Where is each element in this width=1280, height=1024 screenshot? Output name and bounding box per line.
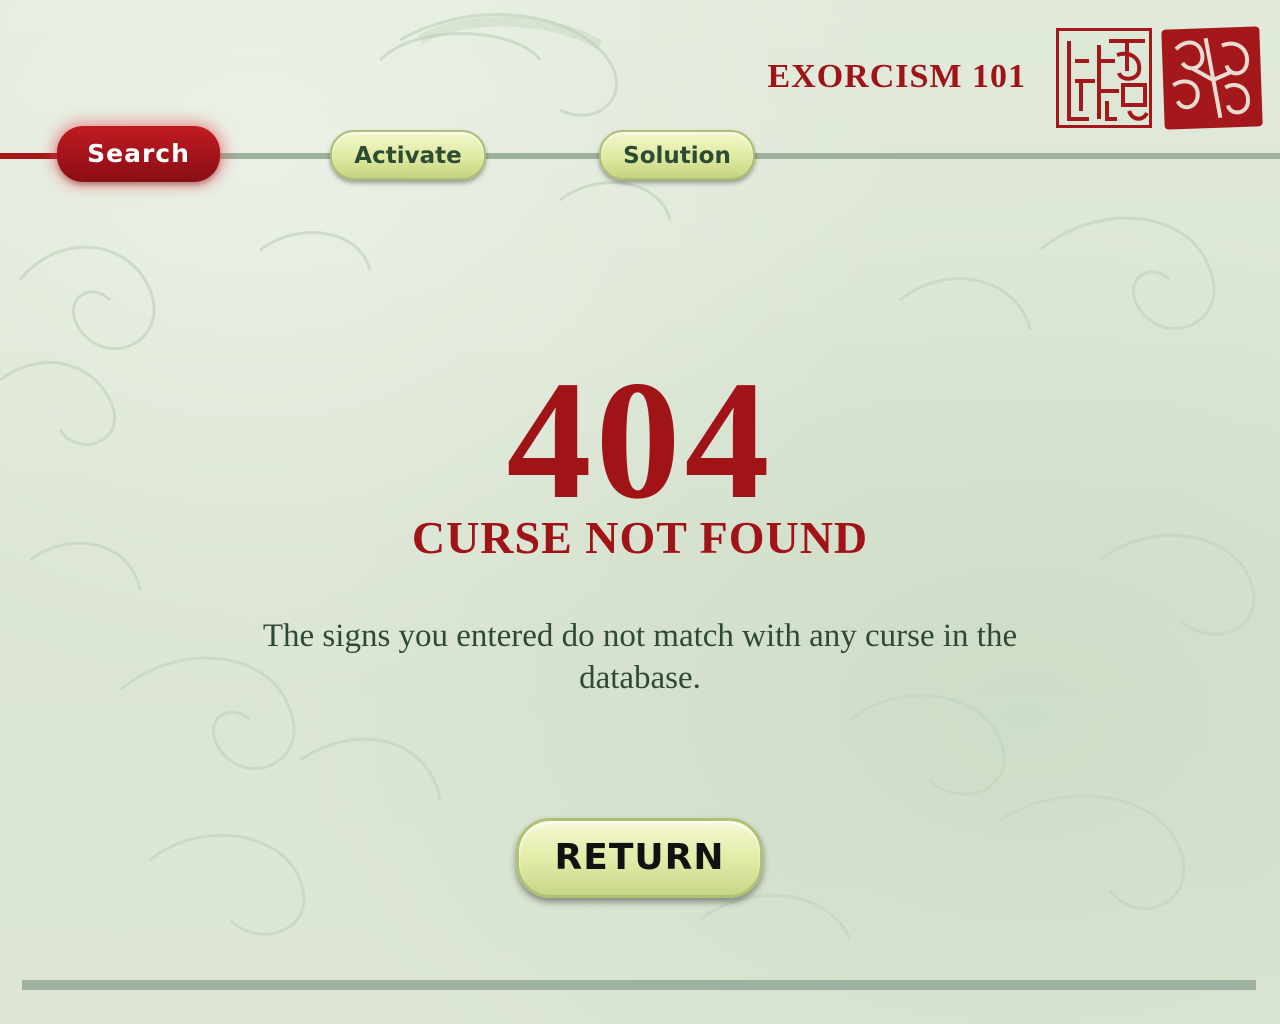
nav-activate-button[interactable]: Activate <box>330 130 486 180</box>
nav-solution-button[interactable]: Solution <box>599 130 755 180</box>
red-seal-stamp-icon <box>1056 28 1152 128</box>
return-button[interactable]: RETURN <box>516 818 763 898</box>
footer-divider <box>22 980 1256 990</box>
error-code: 404 <box>506 346 774 534</box>
app-title: EXORCISM 101 <box>767 58 1026 95</box>
red-seal-stamp-icon <box>1161 26 1263 130</box>
nav-search-button[interactable]: Search <box>57 126 220 182</box>
error-message: The signs you entered do not match with … <box>262 618 1018 696</box>
error-title: CURSE NOT FOUND <box>411 512 869 563</box>
